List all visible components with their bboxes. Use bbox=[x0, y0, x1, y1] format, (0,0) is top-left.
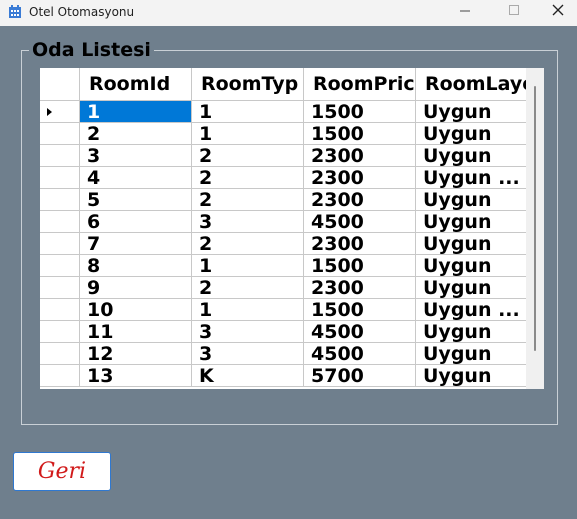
table-cell-room-price[interactable]: 2300 bbox=[304, 167, 416, 189]
column-header-room-id[interactable]: RoomId bbox=[80, 68, 192, 101]
table-cell-room-id[interactable]: 6 bbox=[80, 211, 192, 233]
row-header[interactable] bbox=[40, 277, 80, 299]
row-header[interactable] bbox=[40, 189, 80, 211]
row-header[interactable] bbox=[40, 211, 80, 233]
back-button[interactable]: Geri bbox=[13, 452, 111, 491]
table-cell-room-layout[interactable]: Uygun ... bbox=[416, 299, 526, 321]
table-cell-room-type[interactable]: 3 bbox=[192, 343, 304, 365]
row-header[interactable] bbox=[40, 145, 80, 167]
row-header[interactable] bbox=[40, 255, 80, 277]
minimize-icon bbox=[460, 10, 470, 12]
table-cell-room-layout[interactable]: Uygun bbox=[416, 145, 526, 167]
close-button[interactable] bbox=[531, 0, 577, 26]
row-header[interactable] bbox=[40, 365, 80, 387]
grid-content: RoomId RoomTyp RoomPric RoomLaye 1 1 1500 Uygun… bbox=[40, 68, 526, 389]
table-cell-room-type[interactable]: 2 bbox=[192, 189, 304, 211]
table-cell-room-type[interactable]: 2 bbox=[192, 233, 304, 255]
table-cell-room-layout[interactable]: Uygun ... bbox=[416, 167, 526, 189]
table-cell-room-price[interactable]: 1500 bbox=[304, 101, 416, 123]
table-cell-room-layout[interactable]: Uygun bbox=[416, 365, 526, 387]
table-cell-room-type[interactable]: 2 bbox=[192, 277, 304, 299]
table-cell-room-layout[interactable]: Uygun bbox=[416, 233, 526, 255]
app-icon bbox=[9, 5, 21, 18]
table-cell-room-id[interactable]: 7 bbox=[80, 233, 192, 255]
row-header[interactable] bbox=[40, 343, 80, 365]
table-cell-room-layout[interactable]: Uygun bbox=[416, 101, 526, 123]
table-cell-room-type[interactable]: 1 bbox=[192, 101, 304, 123]
table-cell-room-price[interactable]: 1500 bbox=[304, 255, 416, 277]
table-cell-room-id[interactable]: 10 bbox=[80, 299, 192, 321]
row-header[interactable] bbox=[40, 123, 80, 145]
row-header[interactable] bbox=[40, 299, 80, 321]
row-header[interactable] bbox=[40, 321, 80, 343]
table-cell-room-id[interactable]: 2 bbox=[80, 123, 192, 145]
table-cell-room-price[interactable]: 2300 bbox=[304, 277, 416, 299]
column-header-room-type[interactable]: RoomTyp bbox=[192, 68, 304, 101]
window-title: Otel Otomasyonu bbox=[29, 5, 135, 19]
table-cell-room-layout[interactable]: Uygun bbox=[416, 255, 526, 277]
row-header[interactable] bbox=[40, 167, 80, 189]
table-cell-room-layout[interactable]: Uygun bbox=[416, 123, 526, 145]
table-cell-room-type[interactable]: 2 bbox=[192, 167, 304, 189]
minimize-button[interactable] bbox=[441, 0, 487, 26]
table-cell-room-type[interactable]: 3 bbox=[192, 211, 304, 233]
group-title: Oda Listesi bbox=[29, 39, 154, 61]
row-header[interactable] bbox=[40, 233, 80, 255]
table-cell-room-type[interactable]: 3 bbox=[192, 321, 304, 343]
table-cell-room-price[interactable]: 1500 bbox=[304, 123, 416, 145]
table-cell-room-id[interactable]: 13 bbox=[80, 365, 192, 387]
table-cell-room-type[interactable]: K bbox=[192, 365, 304, 387]
table-cell-room-id[interactable]: 5 bbox=[80, 189, 192, 211]
scrollbar-thumb[interactable] bbox=[534, 86, 536, 351]
table-cell-room-price[interactable]: 2300 bbox=[304, 145, 416, 167]
table-cell-room-id[interactable]: 11 bbox=[80, 321, 192, 343]
maximize-button[interactable] bbox=[487, 0, 533, 26]
table-cell-room-type[interactable]: 1 bbox=[192, 299, 304, 321]
table-cell-room-layout[interactable]: Uygun bbox=[416, 321, 526, 343]
vertical-scrollbar[interactable] bbox=[526, 68, 544, 389]
column-header-room-layout[interactable]: RoomLaye bbox=[416, 68, 526, 101]
table-cell-room-price[interactable]: 5700 bbox=[304, 365, 416, 387]
table-cell-room-layout[interactable]: Uygun bbox=[416, 277, 526, 299]
close-icon bbox=[552, 4, 564, 16]
table-cell-room-id[interactable]: 9 bbox=[80, 277, 192, 299]
table-cell-room-id[interactable]: 4 bbox=[80, 167, 192, 189]
table-cell-room-price[interactable]: 2300 bbox=[304, 233, 416, 255]
table-cell-room-type[interactable]: 1 bbox=[192, 255, 304, 277]
table-cell-room-id[interactable]: 12 bbox=[80, 343, 192, 365]
table-cell-room-price[interactable]: 2300 bbox=[304, 189, 416, 211]
maximize-icon bbox=[509, 5, 519, 15]
table-cell-room-id[interactable]: 8 bbox=[80, 255, 192, 277]
table-cell-room-type[interactable]: 1 bbox=[192, 123, 304, 145]
table-cell-room-price[interactable]: 4500 bbox=[304, 321, 416, 343]
table-cell-room-price[interactable]: 4500 bbox=[304, 211, 416, 233]
grid-corner-header[interactable] bbox=[40, 68, 80, 101]
table-cell-room-id[interactable]: 1 bbox=[80, 101, 192, 123]
room-grid[interactable]: RoomId RoomTyp RoomPric RoomLaye 1 1 1500 Uygun… bbox=[40, 68, 544, 389]
table-cell-room-type[interactable]: 2 bbox=[192, 145, 304, 167]
table-cell-room-id[interactable]: 3 bbox=[80, 145, 192, 167]
title-bar: Otel Otomasyonu bbox=[0, 0, 577, 26]
table-cell-room-price[interactable]: 4500 bbox=[304, 343, 416, 365]
table-cell-room-price[interactable]: 1500 bbox=[304, 299, 416, 321]
column-header-room-price[interactable]: RoomPric bbox=[304, 68, 416, 101]
table-cell-room-layout[interactable]: Uygun bbox=[416, 189, 526, 211]
current-row-indicator-icon bbox=[47, 108, 52, 116]
table-cell-room-layout[interactable]: Uygun bbox=[416, 211, 526, 233]
table-cell-room-layout[interactable]: Uygun bbox=[416, 343, 526, 365]
row-header[interactable] bbox=[40, 101, 80, 123]
